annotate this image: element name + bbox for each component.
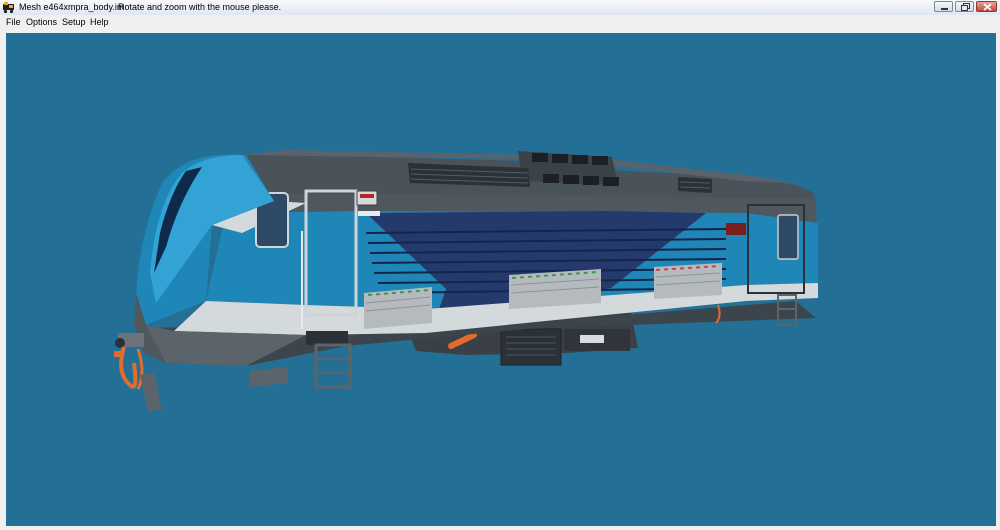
- minimize-button[interactable]: [934, 1, 953, 12]
- restore-icon: [961, 3, 970, 11]
- menu-file[interactable]: File: [6, 17, 21, 27]
- locomotive-model: [114, 150, 818, 413]
- menu-setup[interactable]: Setup: [62, 17, 86, 27]
- window-hint: Rotate and zoom with the mouse please.: [118, 2, 282, 12]
- menu-help[interactable]: Help: [90, 17, 109, 27]
- close-button[interactable]: [976, 1, 997, 12]
- menu-options[interactable]: Options: [26, 17, 57, 27]
- window-title: Mesh e464xmpra_body.im: [19, 2, 125, 12]
- close-icon: [983, 3, 992, 11]
- menu-bar: File Options Setup Help: [0, 15, 1000, 30]
- window-bottom-edge: [0, 526, 1000, 530]
- locomotive-icon[interactable]: [2, 1, 15, 14]
- restore-button[interactable]: [955, 1, 974, 12]
- 3d-viewport[interactable]: [6, 33, 996, 526]
- minimize-icon: [941, 8, 948, 10]
- title-bar[interactable]: Mesh e464xmpra_body.im Rotate and zoom w…: [0, 0, 1000, 15]
